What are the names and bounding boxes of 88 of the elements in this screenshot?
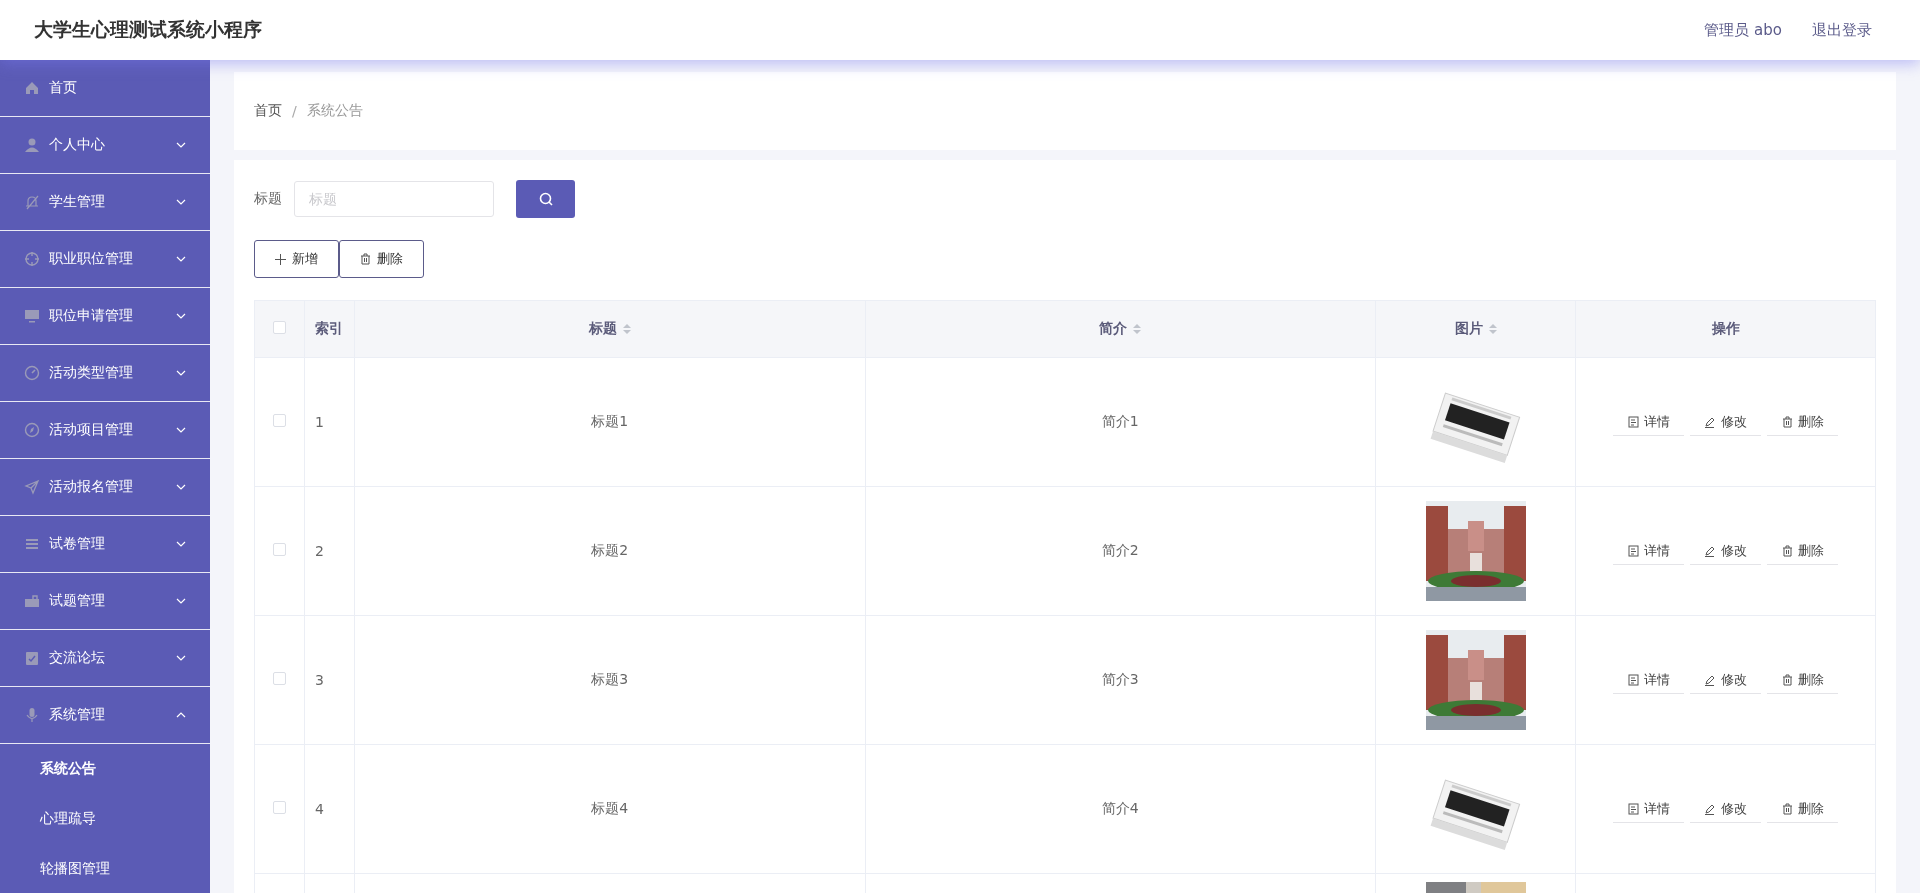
document-icon: [1627, 673, 1639, 686]
row-checkbox[interactable]: [273, 543, 286, 556]
submenu-item[interactable]: 轮播图管理: [0, 844, 210, 893]
column-header: 索引: [315, 320, 343, 338]
breadcrumb-separator: /: [292, 103, 297, 119]
search-label: 标题: [254, 190, 282, 208]
table-cell: 简介1: [1101, 413, 1139, 429]
breadcrumb-link[interactable]: 首页: [254, 102, 282, 120]
sidebar-item[interactable]: 试题管理: [0, 573, 210, 630]
column-header: 操作: [1711, 320, 1740, 338]
column-header[interactable]: 简介: [1099, 320, 1128, 338]
home-icon: [24, 80, 40, 96]
chevron-icon: [176, 313, 186, 319]
search-icon: [538, 192, 553, 206]
trash-icon: [1781, 673, 1793, 686]
sort-icon[interactable]: [1488, 323, 1497, 335]
row-checkbox[interactable]: [273, 672, 286, 685]
sidebar-item[interactable]: 职业职位管理: [0, 231, 210, 288]
sidebar-item[interactable]: 首页: [0, 60, 210, 117]
target-icon: [24, 251, 40, 267]
sort-icon[interactable]: [1133, 323, 1142, 335]
row-checkbox[interactable]: [273, 414, 286, 427]
table-cell: 标题1: [591, 413, 629, 429]
column-header[interactable]: 标题: [588, 320, 617, 338]
chevron-icon: [176, 256, 186, 262]
chevron-icon: [176, 199, 186, 205]
case-icon: [24, 593, 40, 609]
logout-link[interactable]: 退出登录: [1812, 20, 1872, 40]
trash-icon: [360, 253, 371, 265]
table-cell: 4: [315, 801, 324, 817]
select-all-checkbox[interactable]: [273, 321, 286, 334]
sidebar-item[interactable]: 职位申请管理: [0, 288, 210, 345]
sidebar-item[interactable]: 活动报名管理: [0, 459, 210, 516]
row-checkbox[interactable]: [273, 801, 286, 814]
clipboard-icon: [24, 650, 40, 666]
app-title: 大学生心理测试系统小程序: [34, 17, 262, 42]
chevron-icon: [176, 598, 186, 604]
sidebar-item[interactable]: 交流论坛: [0, 630, 210, 687]
trash-icon: [1781, 415, 1793, 428]
sidebar-item[interactable]: 学生管理: [0, 174, 210, 231]
table-cell: 标题3: [591, 671, 629, 687]
table-cell: 简介3: [1101, 671, 1139, 687]
trash-icon: [1781, 802, 1793, 815]
pencil-icon: [1704, 415, 1716, 428]
table-cell: 标题2: [591, 542, 629, 558]
pencil-icon: [1704, 802, 1716, 815]
sidebar-item[interactable]: 个人中心: [0, 117, 210, 174]
pencil-icon: [1704, 544, 1716, 557]
submenu-item[interactable]: 心理疏导: [0, 794, 210, 844]
sidebar-item[interactable]: 试卷管理: [0, 516, 210, 573]
plus-icon: [275, 253, 286, 265]
document-icon: [1627, 802, 1639, 815]
chevron-icon: [176, 655, 186, 661]
submenu-item[interactable]: 系统公告: [0, 744, 210, 794]
sort-icon[interactable]: [622, 323, 631, 335]
document-icon: [1627, 544, 1639, 557]
chevron-icon: [176, 142, 186, 148]
compass-icon: [24, 422, 40, 438]
admin-username: 管理员 abo: [1704, 20, 1782, 40]
mic-icon: [24, 707, 40, 723]
send-icon: [24, 479, 40, 495]
table-cell: 简介2: [1101, 542, 1139, 558]
chevron-icon: [176, 541, 186, 547]
sidebar-item[interactable]: 系统管理: [0, 687, 210, 744]
list-icon: [24, 536, 40, 552]
add-button[interactable]: 新增: [254, 240, 339, 278]
breadcrumb-current: 系统公告: [306, 102, 363, 120]
gauge-icon: [24, 365, 40, 381]
delete-button[interactable]: 删除: [339, 240, 424, 278]
chevron-icon: [176, 712, 186, 718]
chevron-icon: [176, 427, 186, 433]
chevron-icon: [176, 484, 186, 490]
table-cell: 2: [315, 543, 324, 559]
table-cell: 简介4: [1101, 800, 1139, 816]
user-icon: [24, 137, 40, 153]
sidebar-item[interactable]: 活动项目管理: [0, 402, 210, 459]
document-icon: [1627, 415, 1639, 428]
chevron-icon: [176, 370, 186, 376]
table-cell: 1: [315, 414, 324, 430]
monitor-icon: [24, 308, 40, 324]
trash-icon: [1781, 544, 1793, 557]
column-header[interactable]: 图片: [1454, 320, 1483, 338]
search-button[interactable]: [516, 180, 575, 218]
bell-icon: [24, 194, 40, 210]
table-cell: 标题4: [591, 800, 629, 816]
table-cell: 3: [315, 672, 324, 688]
pencil-icon: [1704, 673, 1716, 686]
sidebar-item[interactable]: 活动类型管理: [0, 345, 210, 402]
